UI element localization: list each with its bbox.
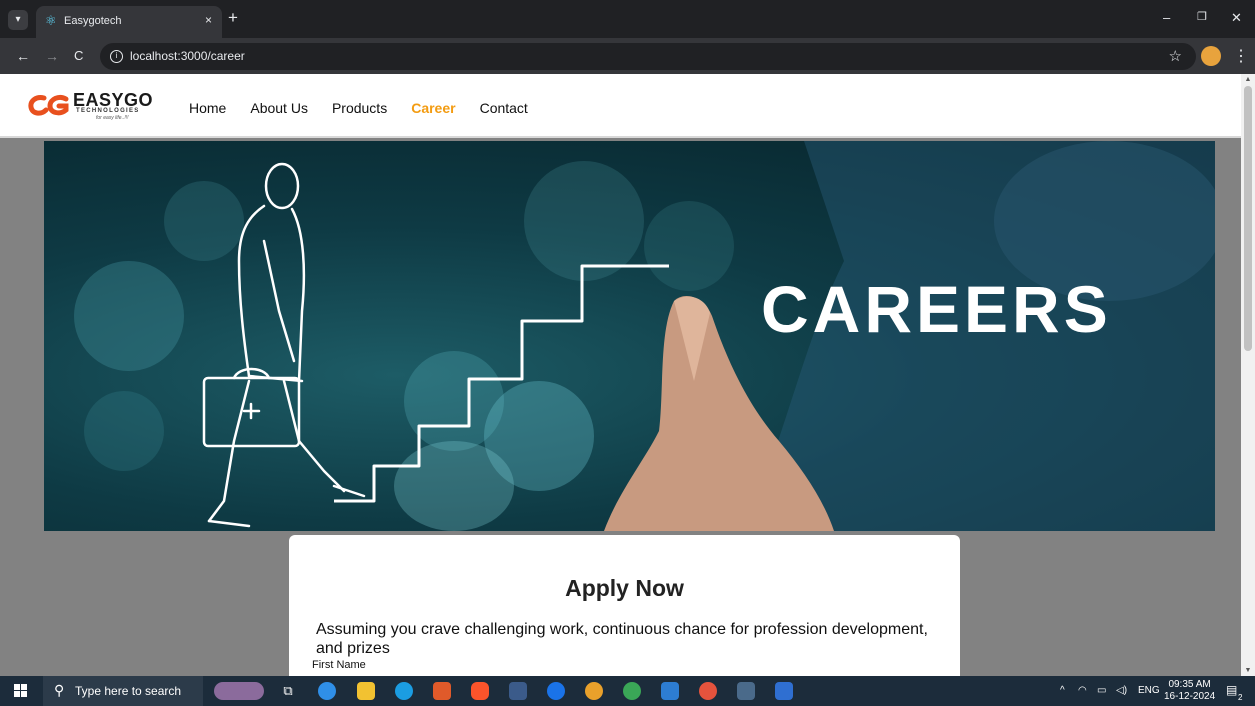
tab-title: Easygotech (64, 15, 122, 27)
battery-icon[interactable]: ▭ (1097, 685, 1106, 696)
file-explorer-icon[interactable] (357, 682, 375, 700)
search-icon: ⚲ (54, 682, 65, 698)
app-icon[interactable] (509, 682, 527, 700)
windows-taskbar: ⚲ Type here to search ⧉ ^ ◠ ▭ ◁) ENG 09:… (0, 676, 1255, 706)
back-button[interactable]: ← (16, 47, 30, 65)
notepad-icon[interactable] (775, 682, 793, 700)
apply-form-card: Apply Now Assuming you crave challenging… (289, 535, 960, 676)
clock-time: 09:35 AM (1168, 679, 1211, 690)
edge-icon[interactable] (395, 682, 413, 700)
browser-menu-icon[interactable]: ⋮ (1233, 46, 1249, 66)
minimize-button[interactable]: – (1163, 10, 1170, 25)
tray-chevron-icon[interactable]: ^ (1060, 685, 1065, 696)
chrome-alt-icon[interactable] (623, 682, 641, 700)
windows-start-icon[interactable] (14, 684, 28, 698)
form-description: Assuming you crave challenging work, con… (316, 621, 928, 657)
chrome-icon[interactable] (585, 682, 603, 700)
browser-toolbar: ← → C i localhost:3000/career ☆ ⋮ (0, 38, 1255, 74)
close-window-button[interactable]: ✕ (1231, 10, 1242, 26)
clock-date: 16-12-2024 (1164, 691, 1216, 702)
nav-products[interactable]: Products (332, 100, 387, 116)
task-view-icon[interactable]: ⧉ (279, 682, 297, 700)
react-favicon-icon: ⚛ (45, 13, 57, 28)
restore-button[interactable]: ❐ (1197, 10, 1207, 23)
new-tab-button[interactable]: + (228, 9, 238, 27)
site-logo[interactable]: EASYGO TECHNOLOGIES for easy life..!!! (28, 90, 153, 124)
logo-tagline: for easy life..!!! (96, 115, 129, 121)
browser-tab[interactable]: ⚛ Easygotech × (36, 6, 222, 38)
main-nav: Home About Us Products Career Contact (189, 100, 552, 116)
scroll-down-icon[interactable]: ▼ (1244, 667, 1252, 674)
address-bar[interactable]: i localhost:3000/career ☆ (100, 43, 1196, 70)
nav-home[interactable]: Home (189, 100, 226, 116)
url-text[interactable]: localhost:3000/career (130, 49, 245, 63)
form-title: Apply Now (565, 575, 684, 601)
notification-count: 2 (1238, 693, 1243, 702)
maps-icon[interactable] (547, 682, 565, 700)
chrome-active-icon[interactable] (699, 682, 717, 700)
vscode-icon[interactable] (661, 682, 679, 700)
snipping-tool-icon[interactable] (737, 682, 755, 700)
brave-icon[interactable] (471, 682, 489, 700)
web-page: EASYGO TECHNOLOGIES for easy life..!!! H… (0, 74, 1241, 676)
logo-subtitle: TECHNOLOGIES (76, 108, 140, 114)
taskbar-clock[interactable]: 09:35 AM 16-12-2024 (1164, 679, 1215, 703)
forward-button[interactable]: → (45, 47, 59, 65)
taskbar-search-box[interactable]: ⚲ Type here to search (43, 676, 203, 706)
browser-tab-bar: ▾ ⚛ Easygotech × + – ❐ ✕ (0, 0, 1255, 38)
first-name-label: First Name (312, 659, 366, 671)
network-icon[interactable]: ◠ (1078, 685, 1087, 696)
nav-contact[interactable]: Contact (480, 100, 528, 116)
tab-search-button[interactable]: ▾ (8, 10, 28, 30)
scroll-up-icon[interactable]: ▲ (1244, 76, 1252, 83)
notification-icon[interactable]: ▤ (1226, 683, 1237, 697)
profile-avatar[interactable] (1201, 46, 1221, 66)
bookmark-star-icon[interactable]: ☆ (1169, 47, 1182, 65)
language-indicator[interactable]: ENG (1138, 685, 1160, 696)
logo-mark-icon (28, 94, 69, 116)
site-info-icon[interactable]: i (110, 50, 123, 63)
volume-icon[interactable]: ◁) (1116, 685, 1127, 696)
copilot-icon[interactable] (318, 682, 336, 700)
scroll-thumb[interactable] (1244, 86, 1252, 351)
hero-banner: CAREERS (44, 141, 1215, 531)
nav-about-us[interactable]: About Us (250, 100, 308, 116)
nav-career[interactable]: Career (411, 100, 455, 116)
tab-close-icon[interactable]: × (205, 13, 212, 27)
taskbar-search-text[interactable]: Type here to search (75, 684, 181, 698)
reload-button[interactable]: C (74, 47, 83, 65)
hero-title: CAREERS (761, 272, 1112, 346)
site-header: EASYGO TECHNOLOGIES for easy life..!!! H… (0, 74, 1241, 138)
page-scrollbar[interactable]: ▲ ▼ (1241, 74, 1255, 676)
widget-avatar-icon[interactable] (214, 682, 264, 700)
winrar-icon[interactable] (433, 682, 451, 700)
